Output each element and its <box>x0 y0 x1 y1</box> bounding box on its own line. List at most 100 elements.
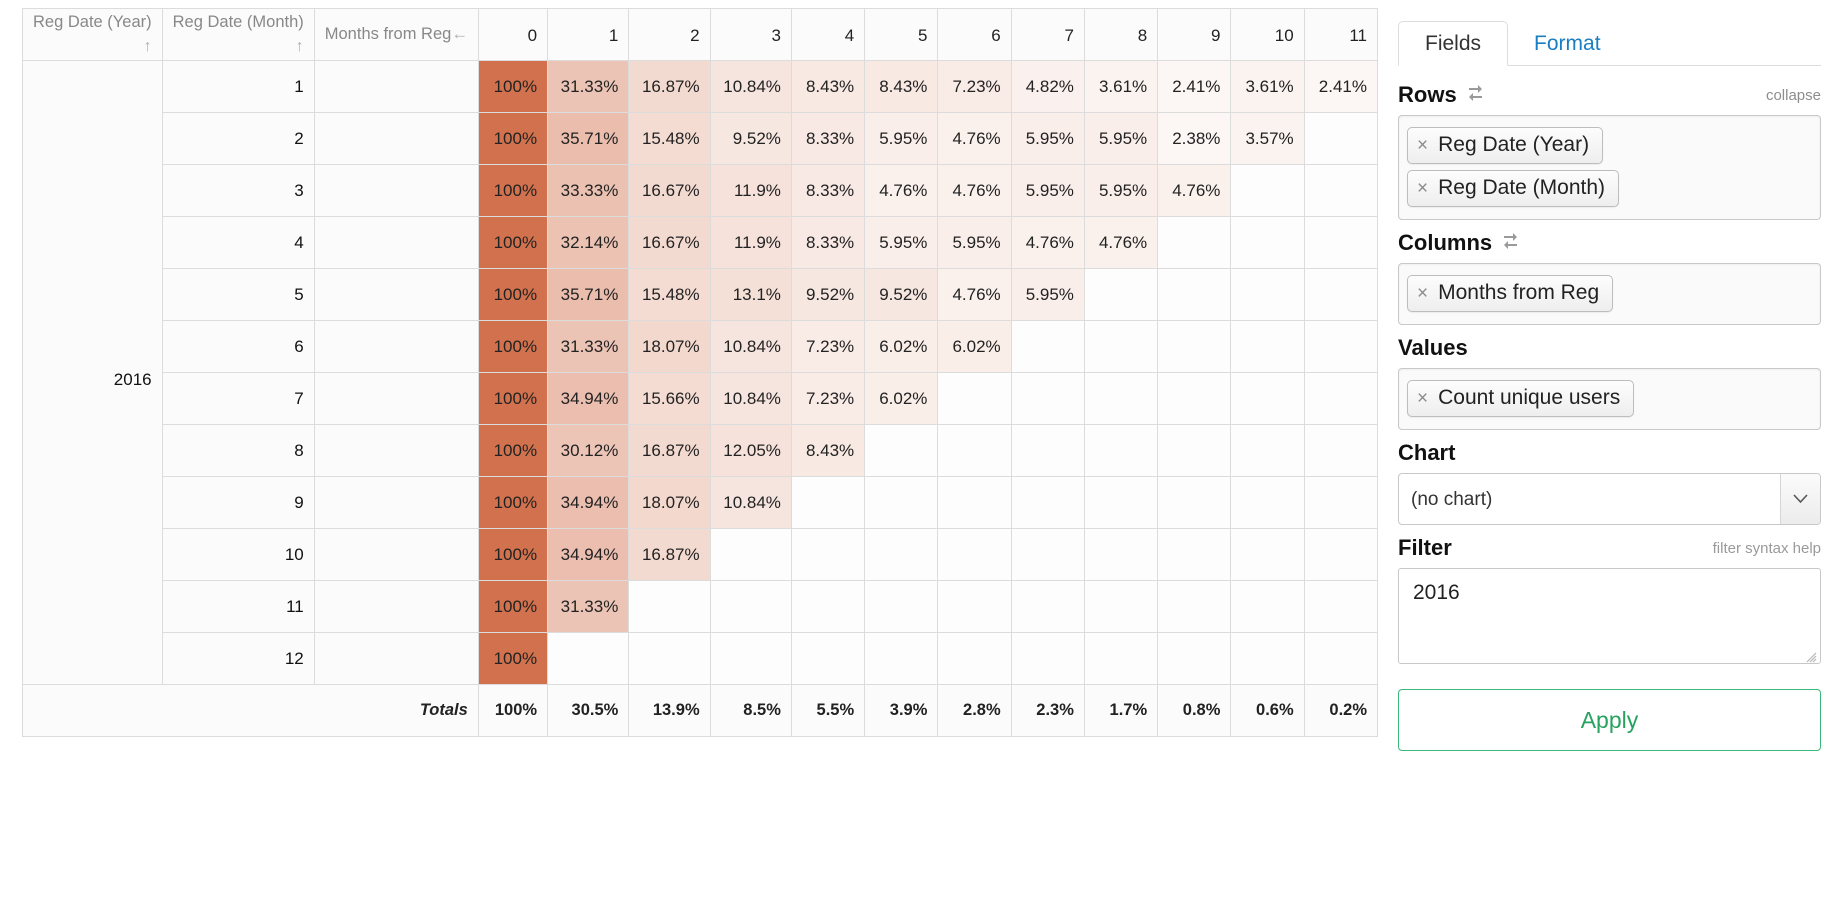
data-cell-empty <box>937 580 1012 633</box>
row-spacer-cell <box>313 372 479 425</box>
data-cell-empty <box>1010 424 1085 477</box>
data-cell: 10.84% <box>709 476 792 529</box>
data-cell: 5.95% <box>937 216 1012 269</box>
header-reg-date-month[interactable]: Reg Date (Month) ↑ <box>161 8 315 61</box>
filter-syntax-help-link[interactable]: filter syntax help <box>1713 540 1821 557</box>
data-cell-empty <box>1303 320 1378 373</box>
tab-format[interactable]: Format <box>1508 22 1627 65</box>
data-cell: 18.07% <box>628 476 711 529</box>
row-month-cell: 2 <box>161 112 315 165</box>
header-reg-date-year[interactable]: Reg Date (Year) ↑ <box>22 8 163 61</box>
chart-select[interactable]: (no chart) <box>1398 473 1821 525</box>
data-cell: 13.1% <box>709 268 792 321</box>
data-cell-empty <box>1303 632 1378 685</box>
filter-title: Filter <box>1398 535 1452 560</box>
data-cell: 31.33% <box>547 320 630 373</box>
data-cell: 32.14% <box>547 216 630 269</box>
data-cell: 34.94% <box>547 476 630 529</box>
data-cell-empty <box>1230 476 1305 529</box>
totals-cell: 0.2% <box>1303 684 1378 737</box>
sort-asc-icon[interactable]: ↑ <box>173 37 304 57</box>
data-cell: 100% <box>477 476 549 529</box>
row-month-cell: 7 <box>161 372 315 425</box>
row-month-cell: 4 <box>161 216 315 269</box>
data-cell-empty <box>1230 632 1305 685</box>
column-header-11[interactable]: 11 <box>1303 8 1378 61</box>
table-row: 5 100% 35.71% 15.48% 13.1% 9.52% 9.52% 4.76% 5.9… <box>23 268 1378 321</box>
data-cell-empty <box>864 476 939 529</box>
data-cell: 7.23% <box>790 372 866 425</box>
data-cell-empty <box>1303 528 1378 581</box>
rows-pill-reg-date-month[interactable]: × Reg Date (Month) <box>1407 170 1620 207</box>
rows-dropzone[interactable]: × Reg Date (Year) × Reg Date (Month) <box>1398 115 1821 220</box>
totals-cell: 5.5% <box>790 684 866 737</box>
row-month-cell: 5 <box>161 268 315 321</box>
table-row: 4 100% 32.14% 16.67% 11.9% 8.33% 5.95% 5.95% 4.7… <box>23 216 1378 269</box>
rows-pill-label: Reg Date (Month) <box>1438 176 1606 199</box>
data-cell: 10.84% <box>709 372 792 425</box>
row-month-cell: 6 <box>161 320 315 373</box>
data-cell: 15.48% <box>628 112 711 165</box>
column-header-0[interactable]: 0 <box>477 8 549 61</box>
data-cell: 2.41% <box>1157 60 1232 113</box>
data-cell-empty <box>1303 424 1378 477</box>
data-cell-empty <box>1010 372 1085 425</box>
data-cell-empty <box>937 476 1012 529</box>
column-header-9[interactable]: 9 <box>1157 8 1232 61</box>
data-cell: 8.43% <box>790 424 866 477</box>
remove-icon[interactable]: × <box>1417 284 1428 303</box>
data-cell-empty <box>1230 268 1305 321</box>
column-header-1[interactable]: 1 <box>547 8 630 61</box>
pivot-table-head: Reg Date (Year) ↑ Reg Date (Month) ↑ Mon… <box>22 8 1378 61</box>
data-cell-empty <box>1303 112 1378 165</box>
sort-left-arrow-icon[interactable]: ← <box>451 25 468 43</box>
column-header-2[interactable]: 2 <box>628 8 711 61</box>
data-cell: 100% <box>477 60 549 113</box>
values-dropzone[interactable]: × Count unique users <box>1398 368 1821 430</box>
filter-input[interactable] <box>1398 568 1821 664</box>
data-cell: 4.76% <box>1083 216 1159 269</box>
column-header-6[interactable]: 6 <box>937 8 1012 61</box>
remove-icon[interactable]: × <box>1417 179 1428 198</box>
data-cell-empty <box>1010 632 1085 685</box>
data-cell-empty <box>864 528 939 581</box>
totals-label: Totals <box>22 684 479 737</box>
totals-cell: 2.3% <box>1010 684 1085 737</box>
data-cell: 5.95% <box>1010 268 1085 321</box>
columns-dropzone[interactable]: × Months from Reg <box>1398 263 1821 325</box>
rows-pill-reg-date-year[interactable]: × Reg Date (Year) <box>1407 127 1604 164</box>
sort-asc-icon[interactable]: ↑ <box>33 37 152 57</box>
columns-pill-months-from-reg[interactable]: × Months from Reg <box>1407 275 1614 312</box>
data-cell: 3.61% <box>1083 60 1159 113</box>
remove-icon[interactable]: × <box>1417 389 1428 408</box>
column-header-8[interactable]: 8 <box>1083 8 1159 61</box>
apply-button[interactable]: Apply <box>1398 689 1821 751</box>
collapse-link[interactable]: collapse <box>1766 87 1821 104</box>
data-cell-empty <box>1157 580 1232 633</box>
tab-fields[interactable]: Fields <box>1398 21 1509 66</box>
data-cell-empty <box>1157 528 1232 581</box>
data-cell: 15.48% <box>628 268 711 321</box>
column-header-4[interactable]: 4 <box>790 8 866 61</box>
header-months-from-reg[interactable]: Months from Reg← <box>313 8 479 61</box>
column-header-3[interactable]: 3 <box>709 8 792 61</box>
data-cell: 8.33% <box>790 216 866 269</box>
swap-axes-icon[interactable] <box>1501 231 1520 255</box>
data-cell-empty <box>1303 476 1378 529</box>
header-months-from-reg-label: Months from Reg <box>324 24 452 43</box>
row-month-cell: 3 <box>161 164 315 217</box>
row-spacer-cell <box>313 528 479 581</box>
data-cell: 34.94% <box>547 372 630 425</box>
row-spacer-cell <box>313 424 479 477</box>
column-header-10[interactable]: 10 <box>1230 8 1305 61</box>
remove-icon[interactable]: × <box>1417 136 1428 155</box>
data-cell: 8.33% <box>790 112 866 165</box>
chart-select-wrap: (no chart) <box>1398 473 1821 525</box>
values-pill-count-unique-users[interactable]: × Count unique users <box>1407 380 1635 417</box>
swap-axes-icon[interactable] <box>1466 83 1485 107</box>
column-header-5[interactable]: 5 <box>864 8 939 61</box>
column-header-7[interactable]: 7 <box>1010 8 1085 61</box>
data-cell-empty <box>709 580 792 633</box>
data-cell: 6.02% <box>937 320 1012 373</box>
fields-panel: Fields Format Rows collapse × Reg Date (… <box>1378 0 1843 900</box>
